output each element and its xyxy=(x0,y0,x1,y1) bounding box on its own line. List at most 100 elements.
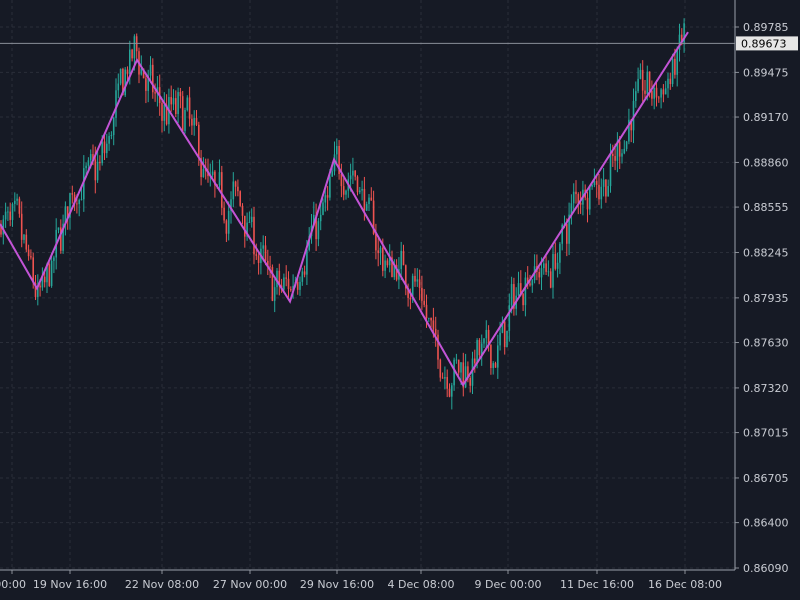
price-tick-label: 0.86090 xyxy=(743,562,789,575)
candle-body xyxy=(149,64,152,76)
candle-body xyxy=(676,49,678,75)
candle-body xyxy=(89,154,92,161)
candle xyxy=(48,262,51,287)
candle-body xyxy=(655,87,658,98)
candle-body xyxy=(618,141,621,157)
candle-body xyxy=(221,172,223,208)
candle-body xyxy=(625,141,628,149)
candle-body xyxy=(538,271,540,278)
candle-body xyxy=(76,203,78,205)
candle-body xyxy=(421,287,423,301)
candle-body xyxy=(9,211,11,221)
candle xyxy=(186,95,189,112)
candle-body xyxy=(16,198,18,201)
candle xyxy=(181,90,184,132)
candle-body xyxy=(490,344,492,368)
candle-body xyxy=(326,195,329,198)
candle-body xyxy=(402,250,405,266)
candle-body xyxy=(170,97,172,105)
price-tick-label: 0.87320 xyxy=(743,382,789,395)
candle-body xyxy=(110,135,113,137)
candle-body xyxy=(172,98,175,105)
candle-body xyxy=(262,245,264,249)
price-tick-label: 0.87935 xyxy=(743,292,789,305)
price-tick-label: 0.87630 xyxy=(743,337,789,350)
candle-body xyxy=(117,83,120,91)
price-tick: 0.87320 xyxy=(735,382,789,395)
candle-body xyxy=(671,58,674,85)
time-tick-label: 9 Dec 00:00 xyxy=(475,578,542,591)
candle-body xyxy=(602,179,605,187)
price-tick: 0.89170 xyxy=(735,111,789,124)
price-tick: 0.87015 xyxy=(735,427,789,440)
candle-body xyxy=(464,366,467,388)
candle-body xyxy=(664,88,667,95)
time-tick-label: 11 Dec 16:00 xyxy=(560,578,634,591)
candle-body xyxy=(540,268,543,278)
candle-body xyxy=(285,277,287,279)
candle-body xyxy=(485,329,488,339)
candle-body xyxy=(409,297,412,300)
candle-body xyxy=(614,156,616,161)
candle-body xyxy=(126,69,129,75)
candle-body xyxy=(457,359,460,373)
candle-body xyxy=(499,332,501,346)
candle-body xyxy=(232,181,235,200)
candle-body xyxy=(133,36,136,59)
price-chart[interactable]: 0.89785 0.89475 0.89170 0.88860 0.88555 0.882… xyxy=(0,0,800,600)
candle-body xyxy=(586,197,589,210)
price-tick-label: 0.86400 xyxy=(743,517,789,530)
candle-body xyxy=(591,185,593,187)
candle-body xyxy=(96,161,99,181)
candle-body xyxy=(359,190,361,193)
price-tick: 0.87630 xyxy=(735,337,789,350)
candle-body xyxy=(365,204,368,211)
candle-body xyxy=(605,179,607,197)
time-tick-label: 00:00 xyxy=(0,578,26,591)
candle-body xyxy=(423,300,425,305)
candle-body xyxy=(27,249,30,257)
candle-body xyxy=(283,277,285,290)
candle-body xyxy=(510,284,513,306)
candle xyxy=(506,330,508,348)
candle-body xyxy=(508,305,511,331)
candle-body xyxy=(494,363,497,368)
candle-body xyxy=(50,260,53,286)
candle-body xyxy=(161,103,163,121)
candle-body xyxy=(552,253,554,288)
candle xyxy=(239,190,241,207)
candle-body xyxy=(198,124,200,159)
candle-body xyxy=(554,253,557,269)
price-tick: 0.87935 xyxy=(735,292,789,305)
candle-body xyxy=(11,203,14,221)
candle-body xyxy=(78,200,80,205)
candle-body xyxy=(23,234,25,240)
candle-body xyxy=(478,340,481,356)
candle-body xyxy=(152,64,154,93)
candle-body xyxy=(39,285,41,288)
candle-body xyxy=(492,363,494,368)
price-tick: 0.86705 xyxy=(735,472,789,485)
candle-body xyxy=(651,90,653,99)
candle-body xyxy=(108,136,110,144)
current-price-tag: 0.89673 xyxy=(736,36,798,51)
candle-body xyxy=(637,78,639,92)
candle-body xyxy=(432,320,435,329)
candle-body xyxy=(352,170,354,176)
candle-body xyxy=(202,169,205,178)
chart-window[interactable]: 0.89785 0.89475 0.89170 0.88860 0.88555 0.882… xyxy=(0,0,800,600)
candle-body xyxy=(575,191,577,195)
candle-body xyxy=(607,186,609,197)
candle-body xyxy=(103,141,106,154)
candle-body xyxy=(503,321,506,347)
candle-body xyxy=(7,211,9,213)
candle xyxy=(338,140,340,180)
candle xyxy=(221,165,223,216)
candle-body xyxy=(641,69,644,91)
candle-body xyxy=(99,161,101,164)
candle-body xyxy=(386,260,389,266)
candle-body xyxy=(244,215,246,237)
candle-body xyxy=(296,282,299,290)
candle-body xyxy=(287,278,290,290)
candle-body xyxy=(384,260,386,271)
